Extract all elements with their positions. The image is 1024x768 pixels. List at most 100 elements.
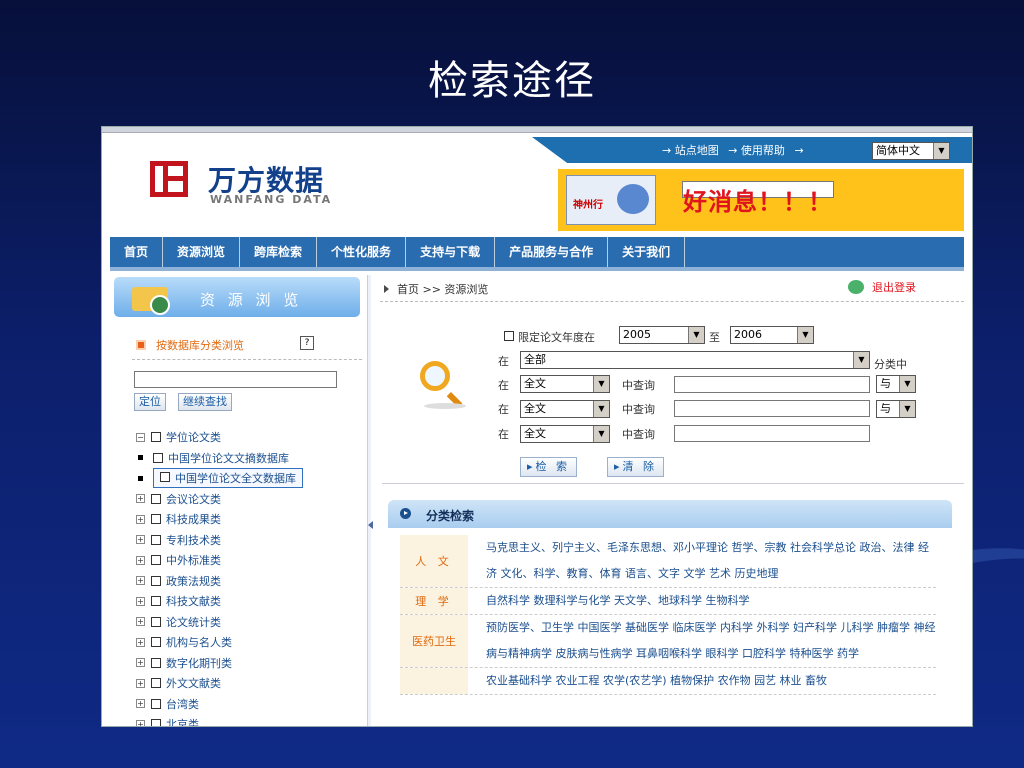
chevron-down-icon[interactable]: ▼: [853, 352, 869, 368]
tree-item[interactable]: + 科技成果类: [136, 509, 303, 530]
chevron-down-icon[interactable]: ▼: [593, 376, 609, 392]
year-from-select[interactable]: 2005 ▼: [619, 326, 705, 344]
tree-item[interactable]: + 中外标准类: [136, 550, 303, 571]
expand-icon[interactable]: +: [136, 555, 145, 565]
expand-icon[interactable]: +: [136, 617, 145, 627]
expand-icon[interactable]: +: [136, 719, 145, 726]
tree-item[interactable]: + 外文文献类: [136, 673, 303, 694]
class-items[interactable]: 农业基础科学 农业工程 农学(农艺学) 植物保护 农作物 园艺 林业 畜牧: [468, 668, 936, 694]
tree-item[interactable]: + 数字化期刊类: [136, 653, 303, 674]
help-link[interactable]: → 使用帮助: [728, 144, 785, 157]
expand-icon[interactable]: +: [136, 658, 145, 668]
checkbox[interactable]: [151, 432, 161, 443]
nav-products[interactable]: 产品服务与合作: [495, 237, 609, 267]
site-map-link[interactable]: → 站点地图: [662, 144, 719, 157]
tree-item[interactable]: + 北京类: [136, 714, 303, 726]
expand-icon[interactable]: +: [136, 535, 145, 545]
top-links: → 站点地图 → 使用帮助 →: [662, 142, 810, 158]
nav-home[interactable]: 首页: [110, 237, 164, 267]
tree-item[interactable]: + 专利技术类: [136, 530, 303, 551]
square-bullet-icon: [136, 340, 146, 350]
checkbox[interactable]: [151, 637, 161, 648]
query-input-3[interactable]: [674, 425, 870, 442]
clear-button[interactable]: ▸清 除: [607, 457, 665, 477]
tree-item[interactable]: + 会议论文类: [136, 489, 303, 510]
selected-tree-node[interactable]: 中国学位论文全文数据库: [153, 468, 303, 489]
tree-item[interactable]: + 台湾类: [136, 694, 303, 715]
logic-select-1[interactable]: 与 ▼: [876, 375, 916, 393]
expand-icon[interactable]: +: [136, 699, 145, 709]
field-select-1[interactable]: 全文 ▼: [520, 375, 610, 393]
nav-browse[interactable]: 资源浏览: [163, 237, 241, 267]
expand-icon[interactable]: +: [136, 576, 145, 586]
tree-label: 专利技术类: [166, 533, 221, 547]
query-input-1[interactable]: [674, 376, 870, 393]
help-icon[interactable]: ?: [300, 336, 314, 350]
tree-label: 数字化期刊类: [166, 656, 232, 670]
collapse-icon[interactable]: −: [136, 432, 145, 442]
tree-item[interactable]: + 论文统计类: [136, 612, 303, 633]
checkbox[interactable]: [151, 534, 161, 545]
search-button[interactable]: ▸检 索: [520, 457, 578, 477]
chevron-down-icon[interactable]: ▼: [688, 327, 704, 343]
class-items[interactable]: 马克思主义、列宁主义、毛泽东思想、邓小平理论 哲学、宗教 社会科学总论 政治、法…: [468, 535, 936, 587]
resource-tree: − 学位论文类 中国学位论文文摘数据库 中国学位论文全文数据库 + 会议论文类 + 科…: [136, 427, 303, 726]
checkbox[interactable]: [151, 616, 161, 627]
locate-input[interactable]: [134, 371, 337, 388]
collapse-sidebar-icon[interactable]: [368, 521, 373, 529]
tree-item-fulltext-db[interactable]: 中国学位论文全文数据库: [136, 468, 303, 489]
expand-icon[interactable]: +: [136, 514, 145, 524]
tree-item[interactable]: + 科技文献类: [136, 591, 303, 612]
nav-about[interactable]: 关于我们: [608, 237, 686, 267]
scope-select[interactable]: 全部 ▼: [520, 351, 870, 369]
logout-link[interactable]: 退出登录: [848, 279, 916, 295]
checkbox[interactable]: [151, 657, 161, 668]
sidebar-splitter[interactable]: [367, 275, 371, 726]
category-browse-link[interactable]: 按数据库分类浏览: [136, 337, 244, 353]
query-input-2[interactable]: [674, 400, 870, 417]
locate-button[interactable]: 定位: [134, 393, 166, 411]
tree-label: 中外标准类: [166, 554, 221, 568]
year-to-select[interactable]: 2006 ▼: [730, 326, 814, 344]
checkbox[interactable]: [151, 719, 161, 726]
checkbox[interactable]: [151, 555, 161, 566]
breadcrumb-text[interactable]: 首页 >> 资源浏览: [397, 283, 488, 296]
checkbox[interactable]: [151, 575, 161, 586]
checkbox[interactable]: [151, 698, 161, 709]
expand-icon[interactable]: +: [136, 596, 145, 606]
chevron-down-icon[interactable]: ▼: [593, 426, 609, 442]
checkbox[interactable]: [153, 452, 163, 463]
class-items[interactable]: 预防医学、卫生学 中国医学 基础医学 临床医学 内科学 外科学 妇产科学 儿科学…: [468, 615, 936, 667]
expand-icon[interactable]: +: [136, 637, 145, 647]
nav-cross-search[interactable]: 跨库检索: [240, 237, 318, 267]
continue-search-button[interactable]: 继续查找: [178, 393, 232, 411]
nav-support[interactable]: 支持与下载: [406, 237, 496, 267]
checkbox[interactable]: [151, 514, 161, 525]
chevron-down-icon[interactable]: ▼: [593, 401, 609, 417]
expand-icon[interactable]: +: [136, 678, 145, 688]
field-select-3[interactable]: 全文 ▼: [520, 425, 610, 443]
field-select-2[interactable]: 全文 ▼: [520, 400, 610, 418]
promo-banner[interactable]: 神州行 好消息！！！: [558, 169, 964, 231]
tree-item-degree-theses[interactable]: − 学位论文类: [136, 427, 303, 448]
expand-icon[interactable]: +: [136, 494, 145, 504]
checkbox[interactable]: [151, 596, 161, 607]
language-select[interactable]: 简体中文 ▼: [872, 142, 950, 160]
checkbox[interactable]: [151, 493, 161, 504]
chevron-down-icon[interactable]: ▼: [899, 401, 915, 417]
chevron-down-icon[interactable]: ▼: [899, 376, 915, 392]
logic-select-2[interactable]: 与 ▼: [876, 400, 916, 418]
sidebar-header: 资 源 浏 览: [114, 277, 360, 317]
tree-item[interactable]: + 机构与名人类: [136, 632, 303, 653]
chevron-down-icon[interactable]: ▼: [797, 327, 813, 343]
tree-label: 外文文献类: [166, 677, 221, 691]
divider: [132, 359, 362, 360]
chevron-down-icon[interactable]: ▼: [933, 143, 949, 159]
tree-item-abstract-db[interactable]: 中国学位论文文摘数据库: [136, 448, 303, 469]
tree-item[interactable]: + 政策法规类: [136, 571, 303, 592]
limit-year-checkbox[interactable]: [504, 331, 514, 341]
nav-personal[interactable]: 个性化服务: [317, 237, 407, 267]
class-items[interactable]: 自然科学 数理科学与化学 天文学、地球科学 生物科学: [468, 588, 936, 614]
checkbox[interactable]: [151, 678, 161, 689]
checkbox[interactable]: [160, 472, 170, 483]
